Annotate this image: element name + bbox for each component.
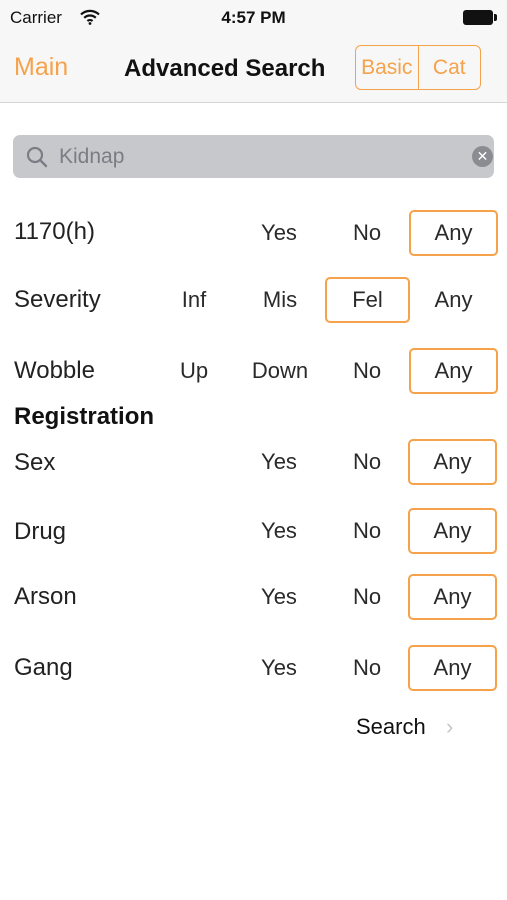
section-header-registration: Registration	[14, 403, 155, 430]
option-sex-yes[interactable]: Yes	[240, 439, 318, 485]
option-wobble-down[interactable]: Down	[240, 348, 320, 394]
chevron-right-icon: ›	[446, 714, 454, 739]
option-wobble-no[interactable]: No	[328, 348, 406, 394]
option-gang-yes[interactable]: Yes	[240, 645, 318, 691]
navigation-bar: Main Advanced Search Basic Cat	[0, 36, 507, 103]
page-title: Advanced Search	[124, 55, 326, 82]
segmented-control: Basic Cat	[355, 45, 481, 90]
option-wobble-up[interactable]: Up	[158, 348, 230, 394]
option-gang-any[interactable]: Any	[408, 645, 497, 691]
search-input[interactable]	[59, 135, 449, 178]
segment-cat[interactable]: Cat	[417, 46, 481, 89]
filter-label-gang: Gang	[14, 654, 73, 681]
segment-basic[interactable]: Basic	[356, 46, 418, 89]
back-button-main[interactable]: Main	[14, 53, 68, 82]
option-1170h-no[interactable]: No	[328, 210, 406, 256]
option-sex-any[interactable]: Any	[408, 439, 497, 485]
option-wobble-any[interactable]: Any	[409, 348, 498, 394]
battery-icon	[463, 10, 497, 25]
search-button[interactable]: Search ›	[356, 714, 453, 740]
option-severity-any[interactable]: Any	[409, 277, 498, 323]
filter-label-1170h: 1170(h)	[14, 218, 95, 245]
option-1170h-any[interactable]: Any	[409, 210, 498, 256]
option-sex-no[interactable]: No	[328, 439, 406, 485]
filter-label-severity: Severity	[14, 286, 101, 313]
option-drug-yes[interactable]: Yes	[240, 508, 318, 554]
search-icon	[26, 146, 48, 168]
option-severity-fel[interactable]: Fel	[325, 277, 410, 323]
search-field[interactable]: ✕	[13, 135, 494, 178]
clock: 4:57 PM	[221, 8, 286, 27]
search-button-label: Search	[356, 714, 426, 739]
option-severity-inf[interactable]: Inf	[158, 277, 230, 323]
option-drug-any[interactable]: Any	[408, 508, 497, 554]
clear-icon[interactable]: ✕	[472, 146, 493, 167]
option-drug-no[interactable]: No	[328, 508, 406, 554]
option-gang-no[interactable]: No	[328, 645, 406, 691]
filter-label-wobble: Wobble	[14, 357, 95, 384]
filter-label-sex: Sex	[14, 449, 56, 476]
option-arson-yes[interactable]: Yes	[240, 574, 318, 620]
filter-label-arson: Arson	[14, 583, 77, 610]
option-severity-mis[interactable]: Mis	[240, 277, 320, 323]
filter-label-drug: Drug	[14, 518, 67, 545]
status-bar: Carrier 4:57 PM	[0, 0, 507, 36]
option-1170h-yes[interactable]: Yes	[240, 210, 318, 256]
option-arson-no[interactable]: No	[328, 574, 406, 620]
option-arson-any[interactable]: Any	[408, 574, 497, 620]
